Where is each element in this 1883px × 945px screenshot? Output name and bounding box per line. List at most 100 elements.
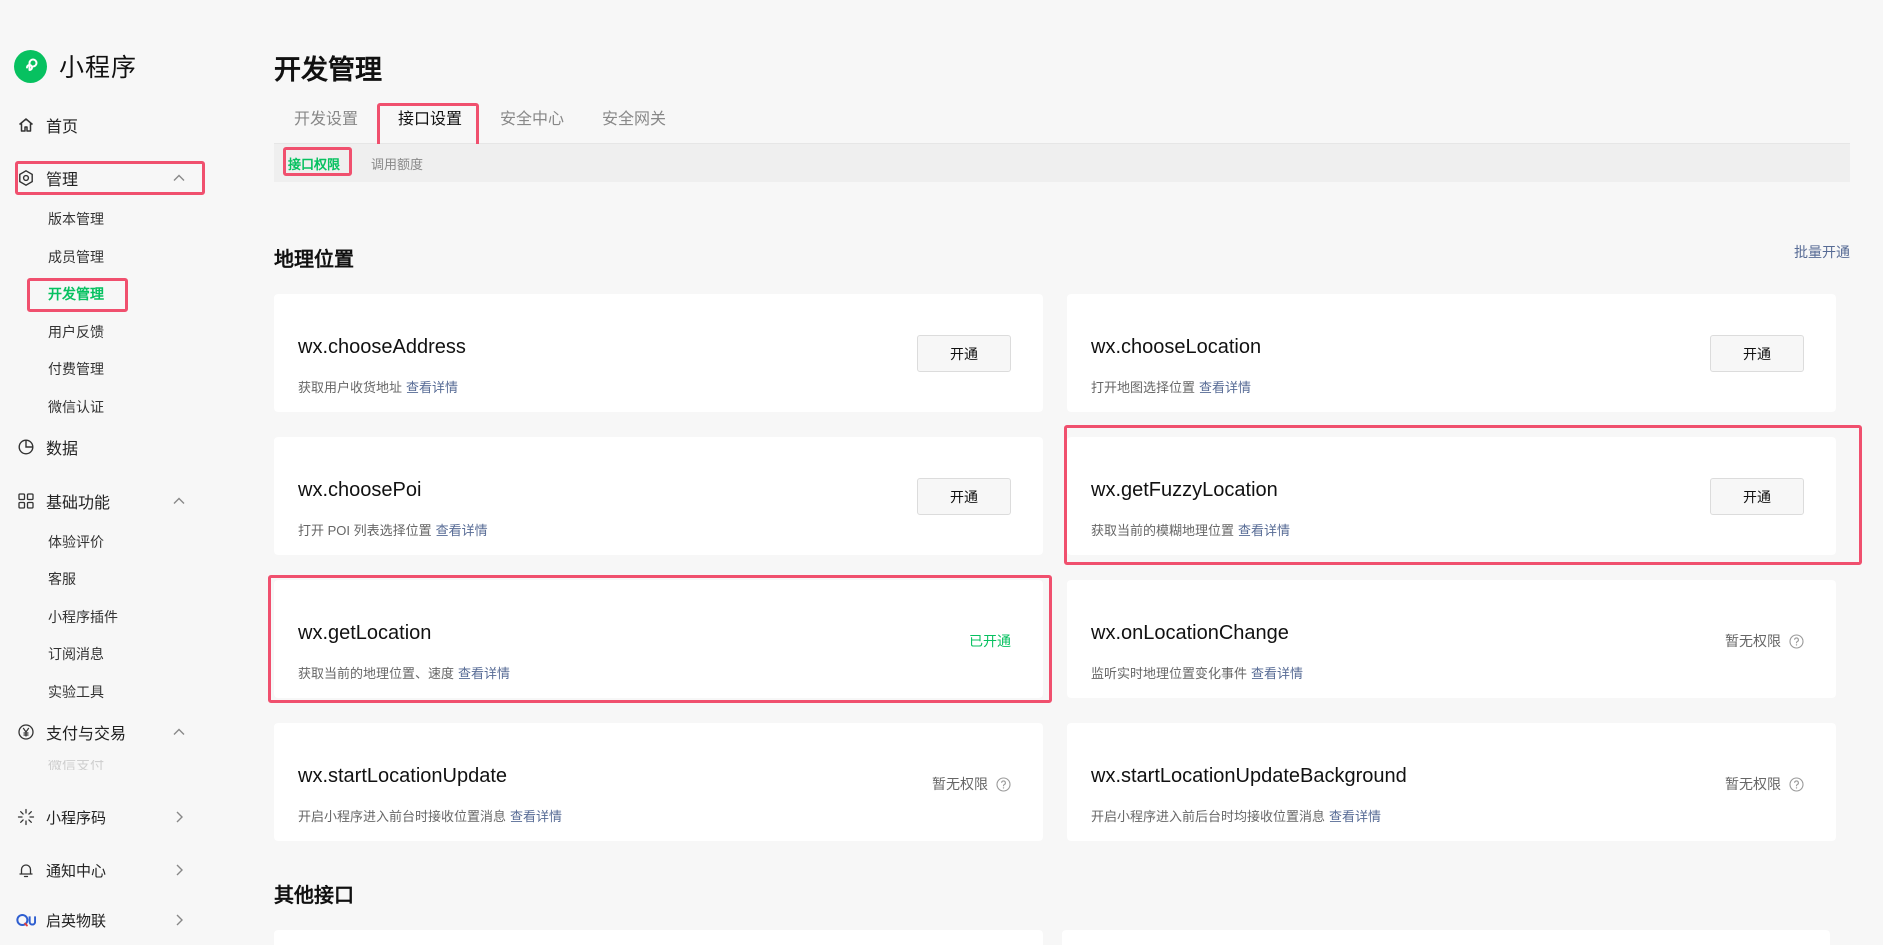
api-card: wx.onLocationChange 监听实时地理位置变化事件 查看详情 暂无权… <box>1067 580 1836 698</box>
open-button[interactable]: 开通 <box>1710 335 1804 372</box>
api-name: wx.startLocationUpdate <box>298 765 508 787</box>
status-no-permission-label: 暂无权限 <box>932 776 988 792</box>
subtab-api-permission[interactable]: 接口权限 <box>288 154 340 173</box>
detail-link[interactable]: 查看详情 <box>1251 666 1303 681</box>
detail-link[interactable]: 查看详情 <box>1329 809 1381 824</box>
api-desc: 开启小程序进入前台时接收位置消息 查看详情 <box>298 806 562 825</box>
tab-security-gateway[interactable]: 安全网关 <box>602 105 666 129</box>
tab-dev-settings[interactable]: 开发设置 <box>294 105 358 129</box>
api-desc: 打开 POI 列表选择位置 查看详情 <box>298 520 488 539</box>
open-button[interactable]: 开通 <box>917 335 1011 372</box>
status-no-permission-label: 暂无权限 <box>1725 633 1781 649</box>
app-title: 小程序 <box>59 54 138 82</box>
api-desc: 获取用户收货地址 查看详情 <box>298 377 458 396</box>
question-circle-icon[interactable] <box>1789 776 1804 792</box>
api-card: wx.getLocation 获取当前的地理位置、速度 查看详情 已开通 <box>274 580 1043 698</box>
sidebar-item-version[interactable]: 版本管理 <box>48 207 104 231</box>
nav-pay[interactable]: 支付与交易 <box>16 715 204 749</box>
section-title-location: 地理位置 <box>274 249 354 271</box>
nav-data[interactable]: 数据 <box>16 430 204 464</box>
detail-link[interactable]: 查看详情 <box>436 523 488 538</box>
sidebar-item-service[interactable]: 客服 <box>48 567 76 591</box>
api-name: wx.chooseAddress <box>298 336 466 358</box>
nav-home[interactable]: 首页 <box>16 108 204 142</box>
nav-manage[interactable]: 管理 <box>16 161 204 195</box>
api-card: wx.getFuzzyLocation 获取当前的模糊地理位置 查看详情 开通 <box>1067 437 1836 555</box>
api-desc-text: 获取当前的地理位置、速度 <box>298 666 455 681</box>
nav-manage-label: 管理 <box>46 172 79 189</box>
api-name: wx.getLocation <box>298 622 432 644</box>
chevron-up-icon <box>172 171 186 190</box>
subtab-bar: 接口权限 调用额度 <box>274 144 1850 182</box>
batch-open-link[interactable]: 批量开通 <box>1794 242 1850 262</box>
detail-link[interactable]: 查看详情 <box>458 666 510 681</box>
nav-qiying[interactable]: 启英物联 <box>16 903 204 937</box>
nav-qrcode[interactable]: 小程序码 <box>16 800 204 834</box>
sparkle-icon <box>16 807 36 827</box>
sidebar-item-feedback[interactable]: 用户反馈 <box>48 320 104 344</box>
sidebar-item-wechat-verify[interactable]: 微信认证 <box>48 395 104 419</box>
api-card: wx.chooseAddress 获取用户收货地址 查看详情 开通 <box>274 294 1043 412</box>
nav-notify[interactable]: 通知中心 <box>16 853 204 887</box>
detail-link[interactable]: 查看详情 <box>1238 523 1290 538</box>
tab-api-settings[interactable]: 接口设置 <box>398 105 462 129</box>
home-icon <box>16 115 36 135</box>
nav-pay-label: 支付与交易 <box>46 726 127 743</box>
nav-basic[interactable]: 基础功能 <box>16 484 204 518</box>
sidebar-item-payment-manage[interactable]: 付费管理 <box>48 357 104 381</box>
chevron-up-icon <box>172 494 186 513</box>
api-desc-text: 打开 POI 列表选择位置 <box>298 523 432 538</box>
api-name: wx.startLocationUpdateBackground <box>1091 765 1407 787</box>
section-title-other: 其他接口 <box>274 885 354 907</box>
sidebar: 小程序 首页 管理 版本管理 成员管理 开发管理 用户反馈 付费管理 微信认证 <box>0 0 230 945</box>
nav-basic-label: 基础功能 <box>46 495 111 512</box>
sidebar-item-plugins[interactable]: 小程序插件 <box>48 605 118 629</box>
chevron-right-icon <box>172 913 186 932</box>
nav-qrcode-label: 小程序码 <box>46 809 107 827</box>
sidebar-item-wechat-pay[interactable]: 微信支付 <box>48 760 104 770</box>
grid-icon <box>16 491 36 511</box>
api-desc: 获取当前的地理位置、速度 查看详情 <box>298 663 510 682</box>
app-logo[interactable]: 小程序 <box>14 48 137 84</box>
chevron-right-icon <box>172 810 186 829</box>
api-name: wx.chooseLocation <box>1091 336 1262 358</box>
detail-link[interactable]: 查看详情 <box>1199 380 1251 395</box>
question-circle-icon[interactable] <box>996 776 1011 792</box>
yen-icon <box>16 722 36 742</box>
api-desc: 监听实时地理位置变化事件 查看详情 <box>1091 663 1303 682</box>
status-no-permission: 暂无权限 <box>1725 774 1804 794</box>
api-desc-text: 开启小程序进入前台时接收位置消息 <box>298 809 507 824</box>
sidebar-item-experience[interactable]: 体验评价 <box>48 530 104 554</box>
api-desc: 打开地图选择位置 查看详情 <box>1091 377 1251 396</box>
open-button[interactable]: 开通 <box>917 478 1011 515</box>
status-opened: 已开通 <box>969 633 1011 649</box>
data-clock-icon <box>16 437 36 457</box>
sidebar-item-members[interactable]: 成员管理 <box>48 245 104 269</box>
api-card-partial <box>1062 930 1830 945</box>
bell-icon <box>16 860 36 880</box>
sidebar-item-lab[interactable]: 实验工具 <box>48 680 104 704</box>
api-name: wx.getFuzzyLocation <box>1091 479 1278 501</box>
api-card: wx.choosePoi 打开 POI 列表选择位置 查看详情 开通 <box>274 437 1043 555</box>
sidebar-item-subscribe[interactable]: 订阅消息 <box>48 642 104 666</box>
detail-link[interactable]: 查看详情 <box>510 809 562 824</box>
status-no-permission-label: 暂无权限 <box>1725 776 1781 792</box>
api-desc: 获取当前的模糊地理位置 查看详情 <box>1091 520 1290 539</box>
open-button[interactable]: 开通 <box>1710 478 1804 515</box>
nav-notify-label: 通知中心 <box>46 862 107 880</box>
subtab-call-quota[interactable]: 调用额度 <box>371 154 423 173</box>
api-desc-text: 打开地图选择位置 <box>1091 380 1196 395</box>
manage-gear-icon <box>16 168 36 188</box>
api-card: wx.chooseLocation 打开地图选择位置 查看详情 开通 <box>1067 294 1836 412</box>
status-no-permission: 暂无权限 <box>1725 631 1804 651</box>
nav-data-label: 数据 <box>46 441 79 458</box>
api-card-partial <box>274 930 1043 945</box>
detail-link[interactable]: 查看详情 <box>406 380 458 395</box>
api-card: wx.startLocationUpdateBackground 开启小程序进入… <box>1067 723 1836 841</box>
sidebar-item-dev-manage[interactable]: 开发管理 <box>48 282 104 306</box>
question-circle-icon[interactable] <box>1789 633 1804 649</box>
tab-security-center[interactable]: 安全中心 <box>500 105 564 129</box>
api-desc-text: 开启小程序进入前后台时均接收位置消息 <box>1091 809 1326 824</box>
qiying-logo-icon <box>16 910 36 930</box>
api-desc: 开启小程序进入前后台时均接收位置消息 查看详情 <box>1091 806 1381 825</box>
